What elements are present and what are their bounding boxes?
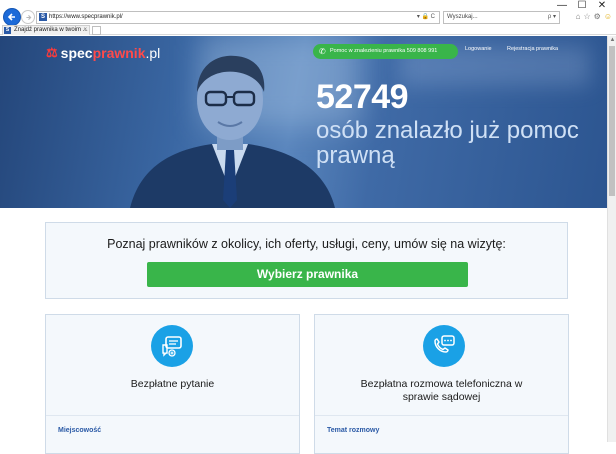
toolbar-icons: ⌂ ☆ ⚙ ☺ bbox=[576, 12, 612, 21]
card-title: Bezpłatne pytanie bbox=[130, 378, 215, 390]
page-scrollbar[interactable]: ▲ bbox=[607, 36, 616, 442]
search-placeholder: Wyszukaj... bbox=[447, 14, 478, 20]
back-button[interactable] bbox=[3, 8, 21, 26]
phone-chat-icon bbox=[423, 325, 465, 367]
finder-prompt: Poznaj prawników z okolicy, ich oferty, … bbox=[107, 237, 506, 251]
arrow-left-icon bbox=[7, 13, 15, 21]
search-input[interactable]: Wyszukaj... ρ ▾ bbox=[443, 11, 560, 24]
card-divider bbox=[46, 415, 299, 416]
lawyer-photo bbox=[130, 55, 335, 208]
maximize-button[interactable]: ☐ bbox=[572, 1, 592, 11]
favorites-star-icon[interactable]: ☆ bbox=[583, 12, 590, 21]
scroll-up-icon[interactable]: ▲ bbox=[608, 36, 616, 45]
hotline-button[interactable]: ✆ Pomoc w znalezieniu prawnika 509 808 9… bbox=[313, 44, 458, 59]
browser-chrome: — ☐ ✕ S https://www.specprawnik.pl/ ▾ 🔒 … bbox=[0, 0, 616, 35]
free-phone-call-card: Bezpłatna rozmowa telefoniczna w sprawie… bbox=[314, 314, 569, 454]
tab-favicon: S bbox=[4, 27, 11, 34]
free-question-card: Bezpłatne pytanie Miejscowość bbox=[45, 314, 300, 454]
address-tools[interactable]: ▾ 🔒 C bbox=[417, 12, 435, 23]
login-link[interactable]: Logowanie bbox=[465, 46, 492, 52]
register-lawyer-link[interactable]: Rejestracja prawnika bbox=[507, 46, 558, 52]
minimize-button[interactable]: — bbox=[552, 1, 572, 11]
new-tab-button[interactable] bbox=[92, 26, 101, 35]
logo-mark-icon: ⚖ bbox=[46, 45, 58, 60]
forward-button[interactable] bbox=[21, 10, 35, 24]
window-controls: — ☐ ✕ bbox=[552, 1, 612, 11]
tab-title: Znajdź prawnika w twoim ... bbox=[14, 27, 88, 33]
browser-tab[interactable]: S Znajdź prawnika w twoim ... × bbox=[2, 25, 90, 35]
search-icon[interactable]: ρ ▾ bbox=[548, 12, 556, 23]
settings-gear-icon[interactable]: ⚙ bbox=[594, 12, 601, 21]
logo-tld: .pl bbox=[145, 45, 161, 61]
chat-bubbles-icon bbox=[151, 325, 193, 367]
site-favicon: S bbox=[39, 13, 47, 21]
hero-banner: ⚖ spec prawnik .pl ✆ Pomoc w znalezieniu p… bbox=[0, 36, 607, 208]
arrow-right-icon bbox=[25, 14, 31, 20]
main-content: Poznaj prawników z okolicy, ich oferty, … bbox=[0, 208, 607, 454]
url-host: specprawnik.pl/ bbox=[81, 14, 123, 20]
scrollbar-thumb[interactable] bbox=[609, 46, 615, 196]
home-icon[interactable]: ⌂ bbox=[576, 12, 581, 21]
hotline-label: Pomoc w znalezieniu prawnika 509 808 991 bbox=[330, 48, 438, 54]
url-scheme: https://www. bbox=[49, 14, 82, 20]
tab-close-icon[interactable]: × bbox=[83, 26, 87, 35]
choose-lawyer-button[interactable]: Wybierz prawnika bbox=[147, 262, 468, 287]
address-bar[interactable]: S https://www.specprawnik.pl/ ▾ 🔒 C bbox=[36, 11, 440, 24]
lawyer-finder-card: Poznaj prawników z okolicy, ich oferty, … bbox=[45, 222, 568, 299]
helped-count: 52749 bbox=[316, 78, 409, 116]
city-field-label: Miejscowość bbox=[58, 427, 102, 434]
hero-tagline: osób znalazło już pomoc prawną bbox=[316, 117, 579, 169]
card-title: Bezpłatna rozmowa telefoniczna w sprawie… bbox=[360, 378, 523, 403]
card-divider bbox=[315, 415, 568, 416]
topic-field-label: Temat rozmowy bbox=[327, 427, 380, 434]
site-logo[interactable]: ⚖ spec prawnik .pl bbox=[46, 45, 160, 61]
logo-brand-prefix: spec bbox=[60, 45, 93, 61]
logo-brand: prawnik bbox=[92, 45, 146, 61]
feedback-smiley-icon[interactable]: ☺ bbox=[604, 12, 612, 21]
close-window-button[interactable]: ✕ bbox=[592, 1, 612, 11]
phone-icon: ✆ bbox=[319, 47, 326, 56]
